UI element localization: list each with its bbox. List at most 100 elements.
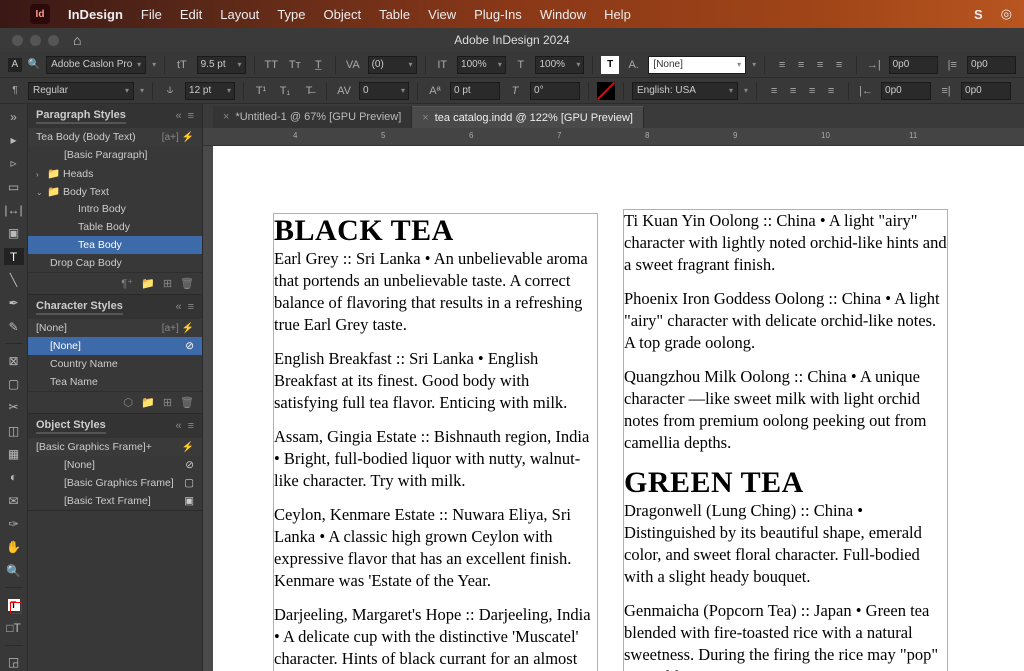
page-tool[interactable]: ▭ [4, 178, 24, 195]
subscript-icon[interactable]: T₁ [276, 82, 294, 100]
clear-overrides-icon[interactable]: [a+] [162, 323, 179, 334]
cc-libs-icon[interactable]: ⬡ [124, 396, 134, 409]
eyedropper-tool[interactable]: ✑ [4, 515, 24, 532]
align-right-icon[interactable]: ≡ [811, 56, 829, 74]
share-icon[interactable]: S [974, 7, 983, 22]
font-size-field[interactable]: 9.5 pt▾ [197, 56, 246, 74]
gap-tool[interactable]: |↔| [4, 201, 24, 218]
justify-center-icon[interactable]: ≡ [784, 82, 802, 100]
ruler-horizontal[interactable]: 4 5 6 7 8 9 10 11 [203, 128, 1024, 146]
chevron-down-icon[interactable]: ▾ [152, 60, 156, 69]
char-style-tea-name[interactable]: Tea Name [28, 373, 202, 391]
menu-object[interactable]: Object [324, 7, 362, 22]
menu-help[interactable]: Help [604, 7, 631, 22]
style-intro-body[interactable]: Intro Body [28, 200, 202, 218]
style-drop-cap-body[interactable]: Drop Cap Body [28, 254, 202, 272]
obj-style-none[interactable]: [None]⊘ [28, 456, 202, 474]
smallcaps-icon[interactable]: Tᴛ [286, 56, 304, 74]
rectangle-frame-tool[interactable]: ⊠ [4, 352, 24, 369]
menu-view[interactable]: View [428, 7, 456, 22]
obj-style-basic-text[interactable]: [Basic Text Frame]▣ [28, 492, 202, 510]
clear-overrides-icon[interactable]: [a+] [162, 132, 179, 143]
text-frame-1[interactable]: BLACK TEA Earl Grey :: Sri Lanka • An un… [273, 213, 598, 671]
cc-libs-icon[interactable]: ¶⁺ [121, 277, 133, 290]
search-icon[interactable]: 🔍 [28, 59, 40, 70]
panel-chevron-icon[interactable]: « [175, 301, 181, 313]
new-style-icon[interactable]: ⊞ [163, 396, 172, 409]
traffic-lights[interactable] [0, 35, 59, 46]
format-container-icon[interactable]: □T [4, 620, 24, 637]
pen-tool[interactable]: ✒ [4, 295, 24, 312]
flash-icon[interactable]: ⚡ [182, 323, 194, 334]
current-para-style[interactable]: Tea Body (Body Text) [a+] ⚡ [28, 128, 202, 146]
language-dropdown[interactable]: English: USA▾ [632, 82, 738, 100]
align-left-icon[interactable]: ≡ [773, 56, 791, 74]
hscale-field[interactable]: 100%▾ [457, 56, 506, 74]
gradient-feather-tool[interactable]: ◐ [4, 469, 24, 486]
chevron-right-icon[interactable]: » [4, 108, 24, 125]
style-tea-body[interactable]: Tea Body [28, 236, 202, 254]
allcaps-icon[interactable]: TT [263, 56, 281, 74]
tracking-field[interactable]: 0▾ [359, 82, 409, 100]
screen-mode-icon[interactable]: ◲ [4, 654, 24, 671]
tab-tea-catalog[interactable]: ×tea catalog.indd @ 122% [GPU Preview] [412, 106, 644, 128]
justify-all-icon[interactable]: ≡ [822, 82, 840, 100]
char-style-none[interactable]: [None]⊘ [28, 337, 202, 355]
selection-tool[interactable]: ▸ [4, 131, 24, 148]
indent-last-field[interactable]: 0p0 [961, 82, 1011, 100]
indent-first-field[interactable]: 0p0 [967, 56, 1016, 74]
skew-field[interactable]: 0° [530, 82, 580, 100]
flash-icon[interactable]: ⚡ [182, 132, 194, 143]
indent-left-field[interactable]: 0p0 [889, 56, 938, 74]
delete-style-icon[interactable]: 🗑 [180, 277, 194, 290]
stroke-none-icon[interactable] [597, 82, 615, 100]
panel-menu-icon[interactable]: ≡ [188, 301, 194, 313]
menubar-app-name[interactable]: InDesign [68, 7, 123, 22]
kerning-field[interactable]: (0)▾ [368, 56, 417, 74]
para-format-toggle[interactable]: ¶ [8, 84, 22, 98]
superscript-icon[interactable]: T¹ [252, 82, 270, 100]
vscale-field[interactable]: 100%▾ [535, 56, 584, 74]
justify-left-icon[interactable]: ≡ [765, 82, 783, 100]
font-style-dropdown[interactable]: Regular▾ [28, 82, 134, 100]
cc-icon[interactable]: ◎ [1001, 6, 1012, 22]
note-tool[interactable]: ✉ [4, 492, 24, 509]
menu-window[interactable]: Window [540, 7, 586, 22]
fill-stroke-icon[interactable]: T [4, 596, 24, 613]
fill-swatch[interactable]: T [601, 56, 619, 74]
justify-right-icon[interactable]: ≡ [803, 82, 821, 100]
baseline-field[interactable]: 0 pt [450, 82, 500, 100]
leading-field[interactable]: 12 pt▾ [185, 82, 235, 100]
indent-right-field[interactable]: 0p0 [881, 82, 931, 100]
style-folder-heads[interactable]: ›📁 Heads [28, 164, 202, 182]
panel-chevron-icon[interactable]: « [175, 420, 181, 432]
home-icon[interactable]: ⌂ [73, 32, 81, 48]
menu-file[interactable]: File [141, 7, 162, 22]
free-transform-tool[interactable]: ◫ [4, 422, 24, 439]
panel-menu-icon[interactable]: ≡ [188, 110, 194, 122]
hand-tool[interactable]: ✋ [4, 539, 24, 556]
flash-icon[interactable]: ⚡ [182, 442, 194, 453]
menu-layout[interactable]: Layout [220, 7, 259, 22]
menu-table[interactable]: Table [379, 7, 410, 22]
rectangle-tool[interactable]: ▢ [4, 375, 24, 392]
style-basic-paragraph[interactable]: [Basic Paragraph] [28, 146, 202, 164]
gradient-tool[interactable]: ▦ [4, 445, 24, 462]
char-style-country-name[interactable]: Country Name [28, 355, 202, 373]
menu-type[interactable]: Type [277, 7, 305, 22]
tab-untitled[interactable]: ×*Untitled-1 @ 67% [GPU Preview] [213, 106, 412, 128]
current-obj-style[interactable]: [Basic Graphics Frame]+ ⚡ [28, 438, 202, 456]
underline-icon[interactable]: T̲ [310, 56, 328, 74]
panel-title-paragraph-styles[interactable]: Paragraph Styles [36, 109, 126, 124]
new-style-icon[interactable]: ⊞ [163, 277, 172, 290]
style-table-body[interactable]: Table Body [28, 218, 202, 236]
document-canvas[interactable]: BLACK TEA Earl Grey :: Sri Lanka • An un… [203, 146, 1024, 671]
style-folder-body-text[interactable]: ⌄📁 Body Text [28, 182, 202, 200]
pencil-tool[interactable]: ✎ [4, 318, 24, 335]
new-folder-icon[interactable]: 📁 [141, 277, 155, 290]
text-frame-2[interactable]: Ti Kuan Yin Oolong :: China • A light "a… [623, 209, 948, 671]
content-collector-tool[interactable]: ▣ [4, 225, 24, 242]
line-tool[interactable]: ╲ [4, 271, 24, 288]
new-folder-icon[interactable]: 📁 [141, 396, 155, 409]
char-format-toggle[interactable]: A [8, 58, 22, 72]
